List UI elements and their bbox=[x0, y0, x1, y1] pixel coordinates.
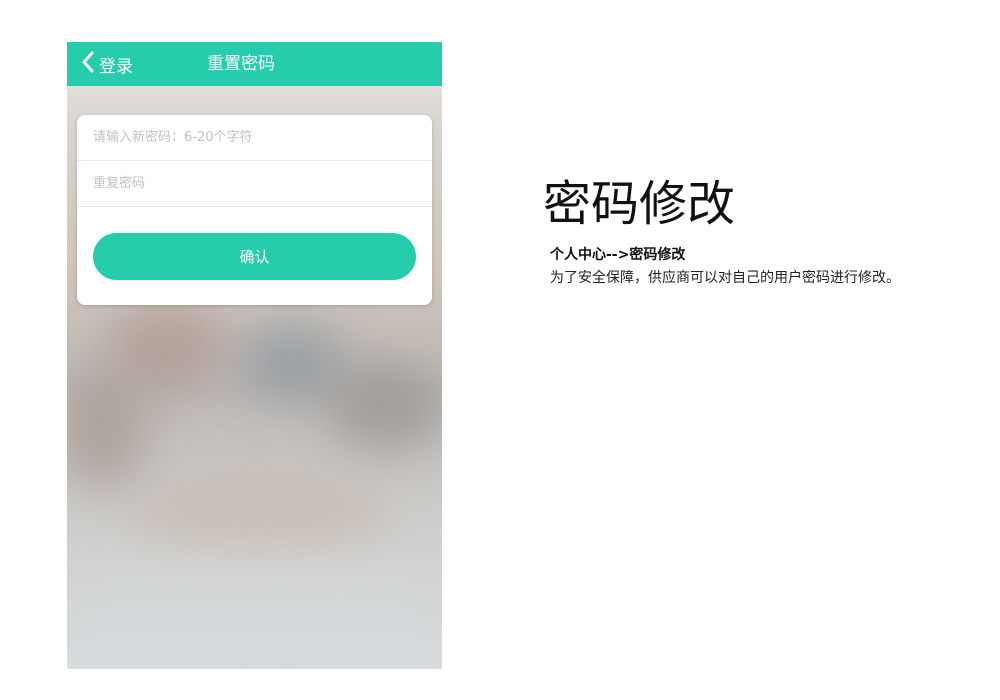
new-password-field-row bbox=[77, 115, 432, 161]
background-blur bbox=[327, 362, 442, 452]
background-blur bbox=[67, 562, 442, 669]
breadcrumb: 个人中心-->密码修改 bbox=[550, 247, 686, 263]
reset-password-form: 确认 bbox=[77, 115, 432, 305]
repeat-password-input[interactable] bbox=[77, 161, 432, 206]
section-description: 为了安全保障，供应商可以对自己的用户密码进行修改。 bbox=[550, 270, 900, 286]
repeat-password-field-row bbox=[77, 161, 432, 207]
phone-screen: 登录 重置密码 确认 bbox=[67, 42, 442, 669]
section-heading: 密码修改 bbox=[543, 176, 736, 232]
background-blur bbox=[107, 302, 227, 392]
page-title: 重置密码 bbox=[207, 54, 275, 74]
background-blur bbox=[127, 472, 387, 552]
background-blur bbox=[67, 372, 147, 492]
top-navigation-bar: 登录 重置密码 bbox=[67, 42, 442, 86]
confirm-button[interactable]: 确认 bbox=[93, 233, 416, 280]
new-password-input[interactable] bbox=[77, 115, 432, 160]
info-panel: 密码修改 个人中心-->密码修改 为了安全保障，供应商可以对自己的用户密码进行修… bbox=[543, 172, 900, 287]
